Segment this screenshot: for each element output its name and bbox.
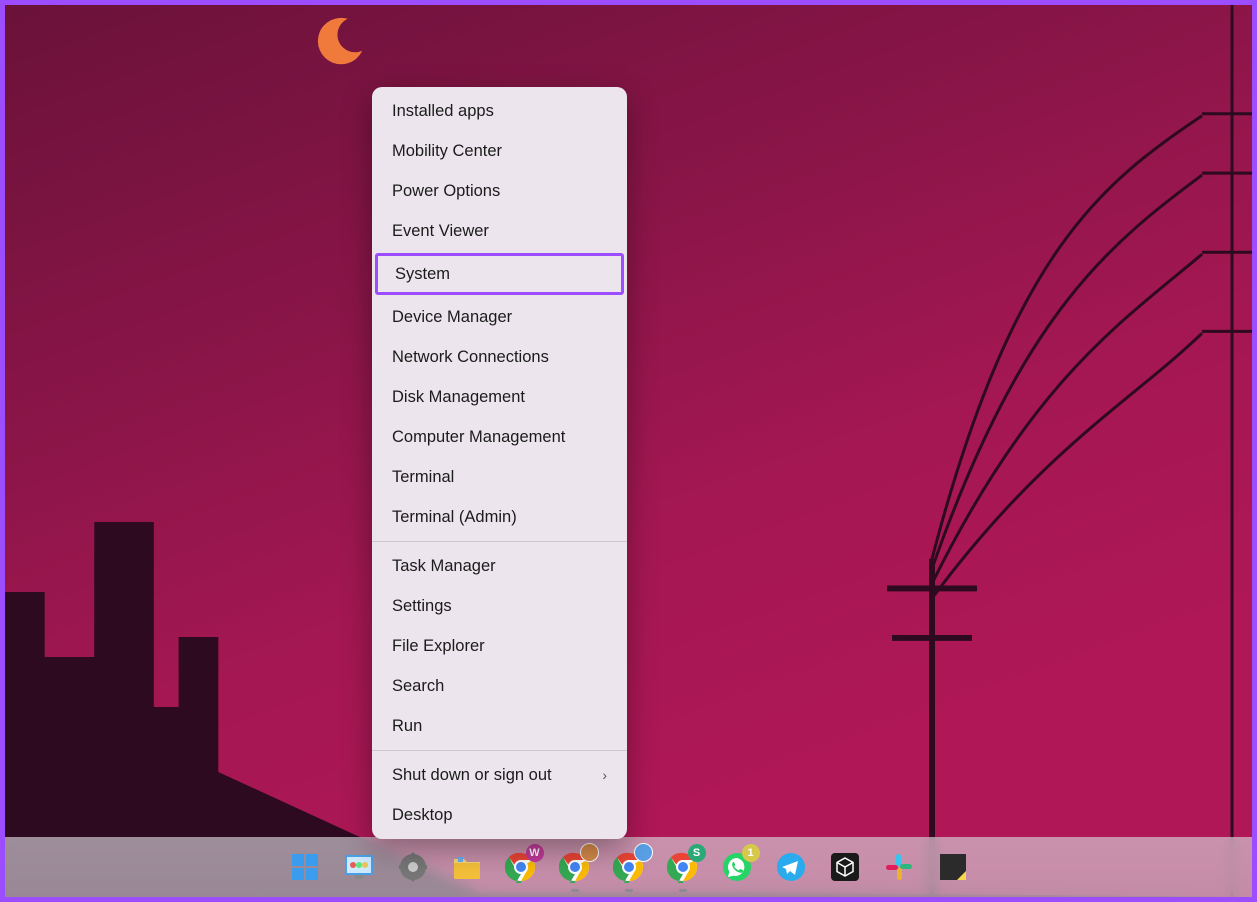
taskbar-badge: S	[688, 844, 706, 862]
running-indicator	[625, 889, 633, 892]
menu-item-network-connections[interactable]: Network Connections	[372, 337, 627, 377]
menu-item-label: Shut down or sign out	[392, 767, 552, 784]
menu-item-settings[interactable]: Settings	[372, 586, 627, 626]
menu-item-system[interactable]: System	[375, 253, 624, 295]
menu-item-mobility-center[interactable]: Mobility Center	[372, 131, 627, 171]
menu-item-label: Run	[392, 718, 422, 735]
desktop-wallpaper[interactable]	[5, 5, 1252, 897]
profile-avatar-badge	[634, 843, 653, 862]
slack-icon[interactable]	[883, 851, 915, 883]
menu-item-label: Desktop	[392, 807, 453, 824]
menu-item-terminal[interactable]: Terminal	[372, 457, 627, 497]
menu-item-label: Power Options	[392, 183, 500, 200]
menu-item-event-viewer[interactable]: Event Viewer	[372, 211, 627, 251]
menu-item-label: Search	[392, 678, 444, 695]
menu-item-label: Settings	[392, 598, 452, 615]
menu-item-label: Installed apps	[392, 103, 494, 120]
whatsapp-icon[interactable]: 1	[721, 851, 753, 883]
taskbar: WS1	[5, 837, 1252, 897]
menu-item-device-manager[interactable]: Device Manager	[372, 297, 627, 337]
menu-item-shut-down-or-sign-out[interactable]: Shut down or sign out ›	[372, 755, 627, 795]
menu-item-label: Disk Management	[392, 389, 525, 406]
sticky-notes-icon[interactable]	[937, 851, 969, 883]
menu-item-task-manager[interactable]: Task Manager	[372, 546, 627, 586]
start-icon[interactable]	[289, 851, 321, 883]
menu-item-label: Event Viewer	[392, 223, 489, 240]
telegram-icon[interactable]	[775, 851, 807, 883]
winx-context-menu: Installed apps Mobility Center Power Optio…	[372, 87, 627, 839]
menu-item-label: Device Manager	[392, 309, 512, 326]
menu-item-label: Network Connections	[392, 349, 549, 366]
settings-icon[interactable]	[397, 851, 429, 883]
cube-app-icon[interactable]	[829, 851, 861, 883]
menu-item-terminal-admin-[interactable]: Terminal (Admin)	[372, 497, 627, 537]
menu-item-search[interactable]: Search	[372, 666, 627, 706]
running-indicator	[571, 889, 579, 892]
menu-item-label: File Explorer	[392, 638, 485, 655]
menu-item-label: Terminal	[392, 469, 454, 486]
menu-item-label: Task Manager	[392, 558, 496, 575]
taskbar-badge: W	[526, 844, 544, 862]
profile-avatar-badge	[580, 843, 599, 862]
menu-item-label: System	[395, 266, 450, 283]
menu-item-desktop[interactable]: Desktop	[372, 795, 627, 835]
menu-item-run[interactable]: Run	[372, 706, 627, 746]
chrome-icon[interactable]: S	[667, 851, 699, 883]
menu-item-label: Terminal (Admin)	[392, 509, 517, 526]
taskbar-badge: 1	[742, 844, 760, 862]
chevron-right-icon: ›	[602, 768, 607, 782]
power-lines	[872, 5, 1252, 897]
menu-item-power-options[interactable]: Power Options	[372, 171, 627, 211]
menu-item-label: Computer Management	[392, 429, 565, 446]
menu-separator	[372, 750, 627, 751]
file-explorer-icon[interactable]	[451, 851, 483, 883]
menu-item-label: Mobility Center	[392, 143, 502, 160]
chrome-icon[interactable]	[613, 851, 645, 883]
menu-item-disk-management[interactable]: Disk Management	[372, 377, 627, 417]
menu-item-computer-management[interactable]: Computer Management	[372, 417, 627, 457]
chrome-icon[interactable]	[559, 851, 591, 883]
running-indicator	[679, 889, 687, 892]
menu-separator	[372, 541, 627, 542]
control-panel-icon[interactable]	[343, 851, 375, 883]
menu-item-installed-apps[interactable]: Installed apps	[372, 91, 627, 131]
moon-icon	[310, 13, 368, 71]
menu-item-file-explorer[interactable]: File Explorer	[372, 626, 627, 666]
chrome-icon[interactable]: W	[505, 851, 537, 883]
